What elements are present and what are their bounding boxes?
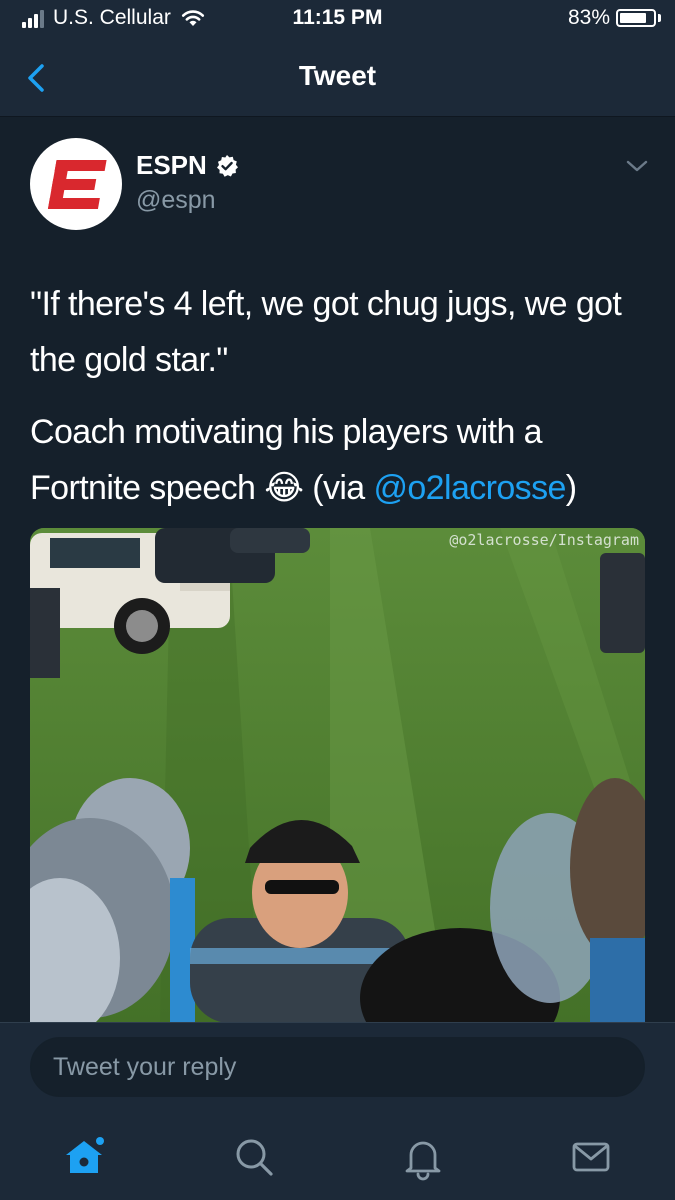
nav-bar: Tweet bbox=[0, 40, 675, 117]
author-handle[interactable]: @espn bbox=[136, 186, 216, 215]
envelope-icon[interactable] bbox=[567, 1133, 615, 1181]
via-suffix: ) bbox=[565, 469, 577, 507]
tweet-video[interactable]: @o2lacrosse/Instagram bbox=[30, 528, 645, 1023]
tweet-body: Coach motivating his players with a Fort… bbox=[30, 404, 645, 516]
tweet-quote: "If there's 4 left, we got chug jugs, we… bbox=[30, 285, 622, 379]
author-name-row[interactable]: ESPN bbox=[136, 150, 239, 181]
tab-bar bbox=[0, 1119, 675, 1200]
battery-nub bbox=[658, 14, 661, 22]
avatar[interactable] bbox=[30, 138, 122, 230]
battery-percent: 83% bbox=[567, 6, 610, 29]
author-name[interactable]: ESPN bbox=[136, 150, 207, 181]
media-watermark: @o2lacrosse/Instagram bbox=[449, 531, 639, 549]
laughing-emoji: 😂 bbox=[264, 469, 304, 507]
chevron-down-icon[interactable] bbox=[625, 158, 649, 174]
search-icon[interactable] bbox=[230, 1133, 278, 1181]
home-icon[interactable] bbox=[60, 1133, 108, 1181]
bell-icon[interactable] bbox=[399, 1133, 447, 1181]
status-right: 83% bbox=[568, 6, 661, 30]
battery-level bbox=[620, 13, 646, 23]
page-title: Tweet bbox=[298, 60, 377, 91]
status-bar: U.S. Cellular 11:15 PM 83% bbox=[0, 0, 675, 40]
video-frame bbox=[30, 528, 645, 1023]
reply-bar bbox=[0, 1022, 675, 1119]
via-prefix: (via bbox=[312, 469, 374, 507]
battery-icon bbox=[616, 9, 656, 27]
reply-input[interactable] bbox=[30, 1037, 645, 1097]
espn-logo-icon bbox=[47, 160, 107, 209]
verified-badge-icon bbox=[216, 154, 238, 177]
mention-link[interactable]: @o2lacrosse bbox=[373, 469, 566, 507]
